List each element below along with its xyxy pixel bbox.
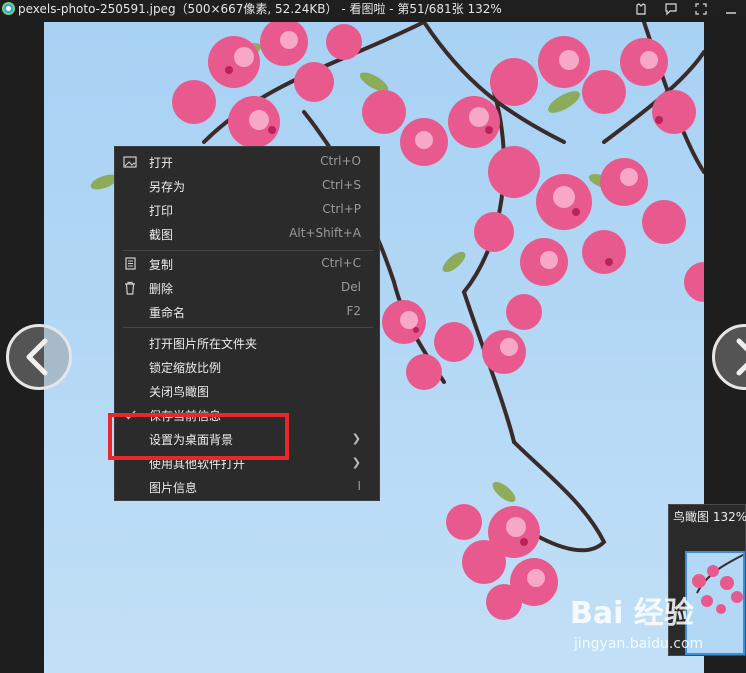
minimize-button[interactable]	[716, 0, 746, 18]
menu-item-open-folder[interactable]: 打开图片所在文件夹	[115, 331, 379, 355]
next-image-button[interactable]	[712, 324, 746, 390]
highlight-annotation-box	[108, 413, 289, 460]
minimize-icon	[726, 12, 736, 14]
menu-item-shortcut: Ctrl+P	[322, 202, 361, 216]
copy-icon	[125, 257, 136, 270]
menu-item-label: 打印	[149, 204, 174, 218]
menu-item-rename[interactable]: 重命名 F2	[115, 300, 379, 324]
menu-item-close-birdseye[interactable]: 关闭鸟瞰图	[115, 379, 379, 403]
menu-item-label: 打开图片所在文件夹	[149, 337, 258, 351]
fullscreen-button[interactable]	[686, 0, 716, 18]
chevron-right-icon	[736, 338, 746, 376]
app-logo-icon	[2, 2, 15, 15]
menu-separator	[123, 327, 373, 328]
submenu-arrow-icon: ❯	[351, 432, 361, 445]
menu-item-shortcut: Ctrl+S	[321, 178, 361, 192]
menu-item-label: 另存为	[149, 180, 186, 194]
menu-item-label: 锁定缩放比例	[149, 361, 222, 375]
fullscreen-icon	[695, 3, 707, 15]
chat-icon	[665, 3, 677, 16]
previous-image-button[interactable]	[6, 324, 72, 390]
menu-item-shortcut: I	[357, 479, 361, 493]
feedback-button[interactable]	[656, 0, 686, 18]
menu-item-label: 重命名	[149, 306, 186, 320]
window-title: pexels-photo-250591.jpeg（500×667像素, 52.2…	[18, 2, 502, 16]
menu-item-label: 图片信息	[149, 481, 198, 495]
menu-item-image-info[interactable]: 图片信息 I	[115, 475, 379, 499]
menu-separator	[123, 250, 373, 251]
menu-item-print[interactable]: 打印 Ctrl+P	[115, 198, 379, 222]
birdseye-zoom: 132%	[712, 510, 746, 524]
watermark-url: jingyan.baidu.com	[574, 636, 704, 652]
chevron-left-icon	[26, 338, 48, 376]
window-controls	[626, 0, 746, 18]
baidu-jingyan-watermark: Bai 经验 jingyan.baidu.com	[570, 588, 746, 658]
menu-item-shortcut: Del	[341, 280, 361, 294]
menu-item-label: 关闭鸟瞰图	[149, 385, 210, 399]
menu-item-lock-zoom[interactable]: 锁定缩放比例	[115, 355, 379, 379]
menu-item-label: 打开	[149, 156, 174, 170]
skin-icon	[636, 3, 646, 15]
menu-item-label: 删除	[149, 282, 174, 296]
menu-item-delete[interactable]: 删除 Del	[115, 276, 379, 300]
watermark-logo: Bai 经验	[570, 596, 694, 631]
menu-item-label: 截图	[149, 228, 174, 242]
trash-icon	[125, 281, 135, 295]
menu-item-shortcut: Alt+Shift+A	[289, 226, 361, 240]
menu-item-shortcut: Ctrl+O	[320, 154, 361, 168]
skin-button[interactable]	[626, 0, 656, 18]
menu-item-copy[interactable]: 复制 Ctrl+C	[115, 252, 379, 276]
title-bar: pexels-photo-250591.jpeg（500×667像素, 52.2…	[0, 0, 746, 18]
birdseye-title: 鸟瞰图 132%	[673, 510, 746, 524]
menu-item-shortcut: F2	[346, 304, 361, 318]
menu-item-screenshot[interactable]: 截图 Alt+Shift+A	[115, 222, 379, 246]
submenu-arrow-icon: ❯	[351, 456, 361, 469]
menu-item-shortcut: Ctrl+C	[321, 256, 361, 270]
menu-item-open[interactable]: 打开 Ctrl+O	[115, 150, 379, 174]
menu-item-label: 复制	[149, 258, 174, 272]
image-icon	[123, 156, 137, 168]
menu-item-save-as[interactable]: 另存为 Ctrl+S	[115, 174, 379, 198]
